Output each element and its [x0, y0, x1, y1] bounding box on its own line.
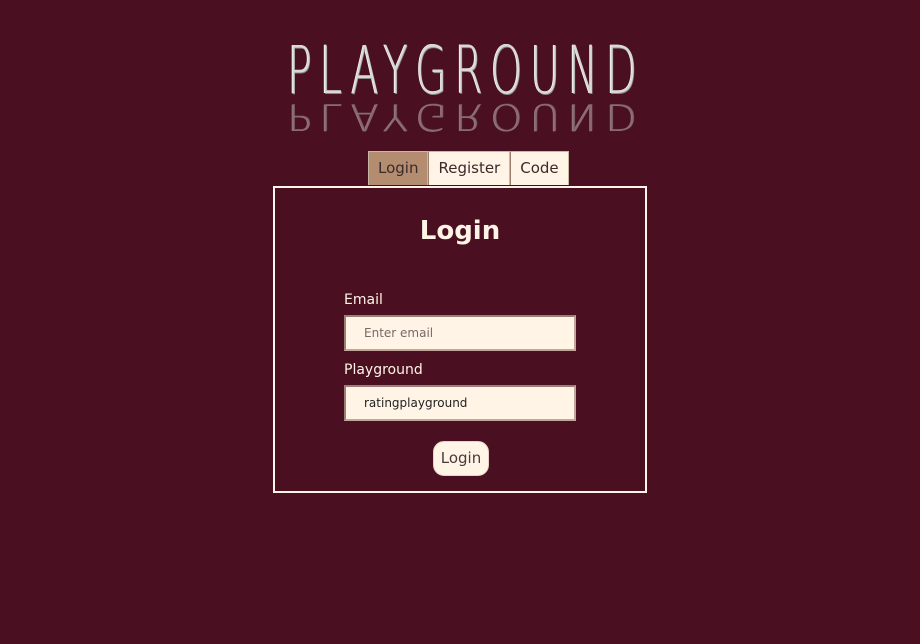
login-button[interactable]: Login: [433, 441, 489, 476]
playground-label: Playground: [344, 362, 423, 378]
playground-field[interactable]: [344, 385, 576, 421]
auth-tabs: Login Register Code: [368, 151, 569, 186]
logo-reflection: PLAYGROUND: [0, 98, 920, 138]
playground-logo: PLAYGROUND PLAYGROUND: [0, 36, 920, 146]
email-field[interactable]: [344, 315, 576, 351]
logo-reflection-text: PLAYGROUND: [287, 98, 645, 138]
email-label: Email: [344, 292, 383, 308]
login-panel: Login Email Playground Login: [273, 186, 647, 493]
panel-title: Login: [419, 216, 501, 246]
tab-login[interactable]: Login: [368, 151, 429, 185]
tab-register[interactable]: Register: [428, 151, 511, 185]
tab-code[interactable]: Code: [510, 151, 569, 185]
login-page: PLAYGROUND PLAYGROUND Login Register Cod…: [0, 0, 920, 644]
logo-text: PLAYGROUND: [287, 32, 645, 109]
